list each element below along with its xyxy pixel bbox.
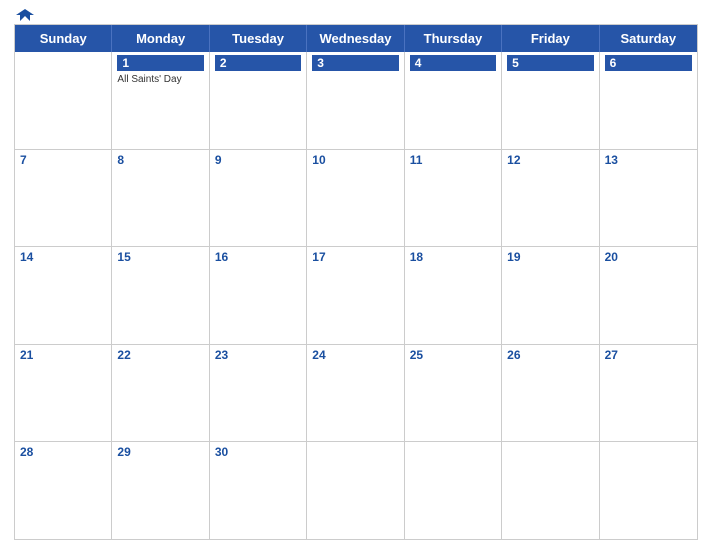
day-number: 1	[117, 55, 203, 71]
day-cell: 18	[405, 247, 502, 344]
day-header-saturday: Saturday	[600, 25, 697, 52]
day-cell: 17	[307, 247, 404, 344]
day-cell: 8	[112, 150, 209, 247]
day-number: 21	[20, 348, 106, 362]
day-cell: 13	[600, 150, 697, 247]
day-number: 10	[312, 153, 398, 167]
day-number: 14	[20, 250, 106, 264]
week-row-2: 789 10 11 12 13	[15, 149, 697, 247]
day-cell: 30	[210, 442, 307, 539]
day-number: 20	[605, 250, 692, 264]
day-number: 11	[410, 153, 496, 167]
day-cell: 11	[405, 150, 502, 247]
event-text: All Saints' Day	[117, 73, 203, 86]
week-row-1: 1 All Saints' Day 23456	[15, 52, 697, 149]
day-cell: 14	[15, 247, 112, 344]
day-number: 19	[507, 250, 593, 264]
day-cell: 24	[307, 345, 404, 442]
logo-bird-icon	[16, 7, 34, 21]
day-header-thursday: Thursday	[405, 25, 502, 52]
day-cell: 1 All Saints' Day	[112, 52, 209, 149]
day-number: 16	[215, 250, 301, 264]
day-header-monday: Monday	[112, 25, 209, 52]
days-header: SundayMondayTuesdayWednesdayThursdayFrid…	[15, 25, 697, 52]
day-number: 18	[410, 250, 496, 264]
day-number: 5	[507, 55, 593, 71]
day-number: 2	[215, 55, 301, 71]
week-row-5: 28 29 30	[15, 441, 697, 539]
logo	[14, 7, 34, 21]
day-number: 22	[117, 348, 203, 362]
day-cell: 16	[210, 247, 307, 344]
day-number: 23	[215, 348, 301, 362]
calendar-grid: SundayMondayTuesdayWednesdayThursdayFrid…	[14, 24, 698, 540]
day-header-sunday: Sunday	[15, 25, 112, 52]
day-number: 15	[117, 250, 203, 264]
day-number: 3	[312, 55, 398, 71]
calendar-body: 1All Saints' Day234567891011121314151617…	[15, 52, 697, 539]
calendar-page: SundayMondayTuesdayWednesdayThursdayFrid…	[0, 0, 712, 550]
logo-blue-row	[14, 7, 34, 21]
day-cell: 2	[210, 52, 307, 149]
day-number: 29	[117, 445, 203, 459]
day-cell: 6	[600, 52, 697, 149]
day-cell	[307, 442, 404, 539]
day-cell: 22	[112, 345, 209, 442]
day-cell: 19	[502, 247, 599, 344]
day-cell: 20	[600, 247, 697, 344]
day-number: 17	[312, 250, 398, 264]
day-number: 8	[117, 153, 203, 167]
week-row-4: 21 22 23 24 25 26 27	[15, 344, 697, 442]
day-cell: 12	[502, 150, 599, 247]
day-cell: 21	[15, 345, 112, 442]
day-number: 13	[605, 153, 692, 167]
day-number: 24	[312, 348, 398, 362]
day-cell: 29	[112, 442, 209, 539]
day-number: 4	[410, 55, 496, 71]
day-cell	[502, 442, 599, 539]
day-cell: 15	[112, 247, 209, 344]
day-cell: 4	[405, 52, 502, 149]
day-header-wednesday: Wednesday	[307, 25, 404, 52]
day-number: 9	[215, 153, 301, 167]
day-number: 25	[410, 348, 496, 362]
day-cell: 23	[210, 345, 307, 442]
day-cell	[15, 52, 112, 149]
week-row-3: 14 15 16 17 18 19 20	[15, 246, 697, 344]
day-number: 28	[20, 445, 106, 459]
day-cell	[405, 442, 502, 539]
day-number: 12	[507, 153, 593, 167]
day-cell: 26	[502, 345, 599, 442]
day-number: 30	[215, 445, 301, 459]
day-number: 6	[605, 55, 692, 71]
day-cell: 25	[405, 345, 502, 442]
day-number: 26	[507, 348, 593, 362]
day-header-tuesday: Tuesday	[210, 25, 307, 52]
day-header-friday: Friday	[502, 25, 599, 52]
day-cell: 27	[600, 345, 697, 442]
day-cell: 3	[307, 52, 404, 149]
day-cell: 28	[15, 442, 112, 539]
day-number: 27	[605, 348, 692, 362]
day-cell: 5	[502, 52, 599, 149]
day-cell: 10	[307, 150, 404, 247]
day-cell: 9	[210, 150, 307, 247]
day-cell	[600, 442, 697, 539]
day-cell: 7	[15, 150, 112, 247]
calendar-header	[14, 10, 698, 18]
day-number: 7	[20, 153, 106, 167]
